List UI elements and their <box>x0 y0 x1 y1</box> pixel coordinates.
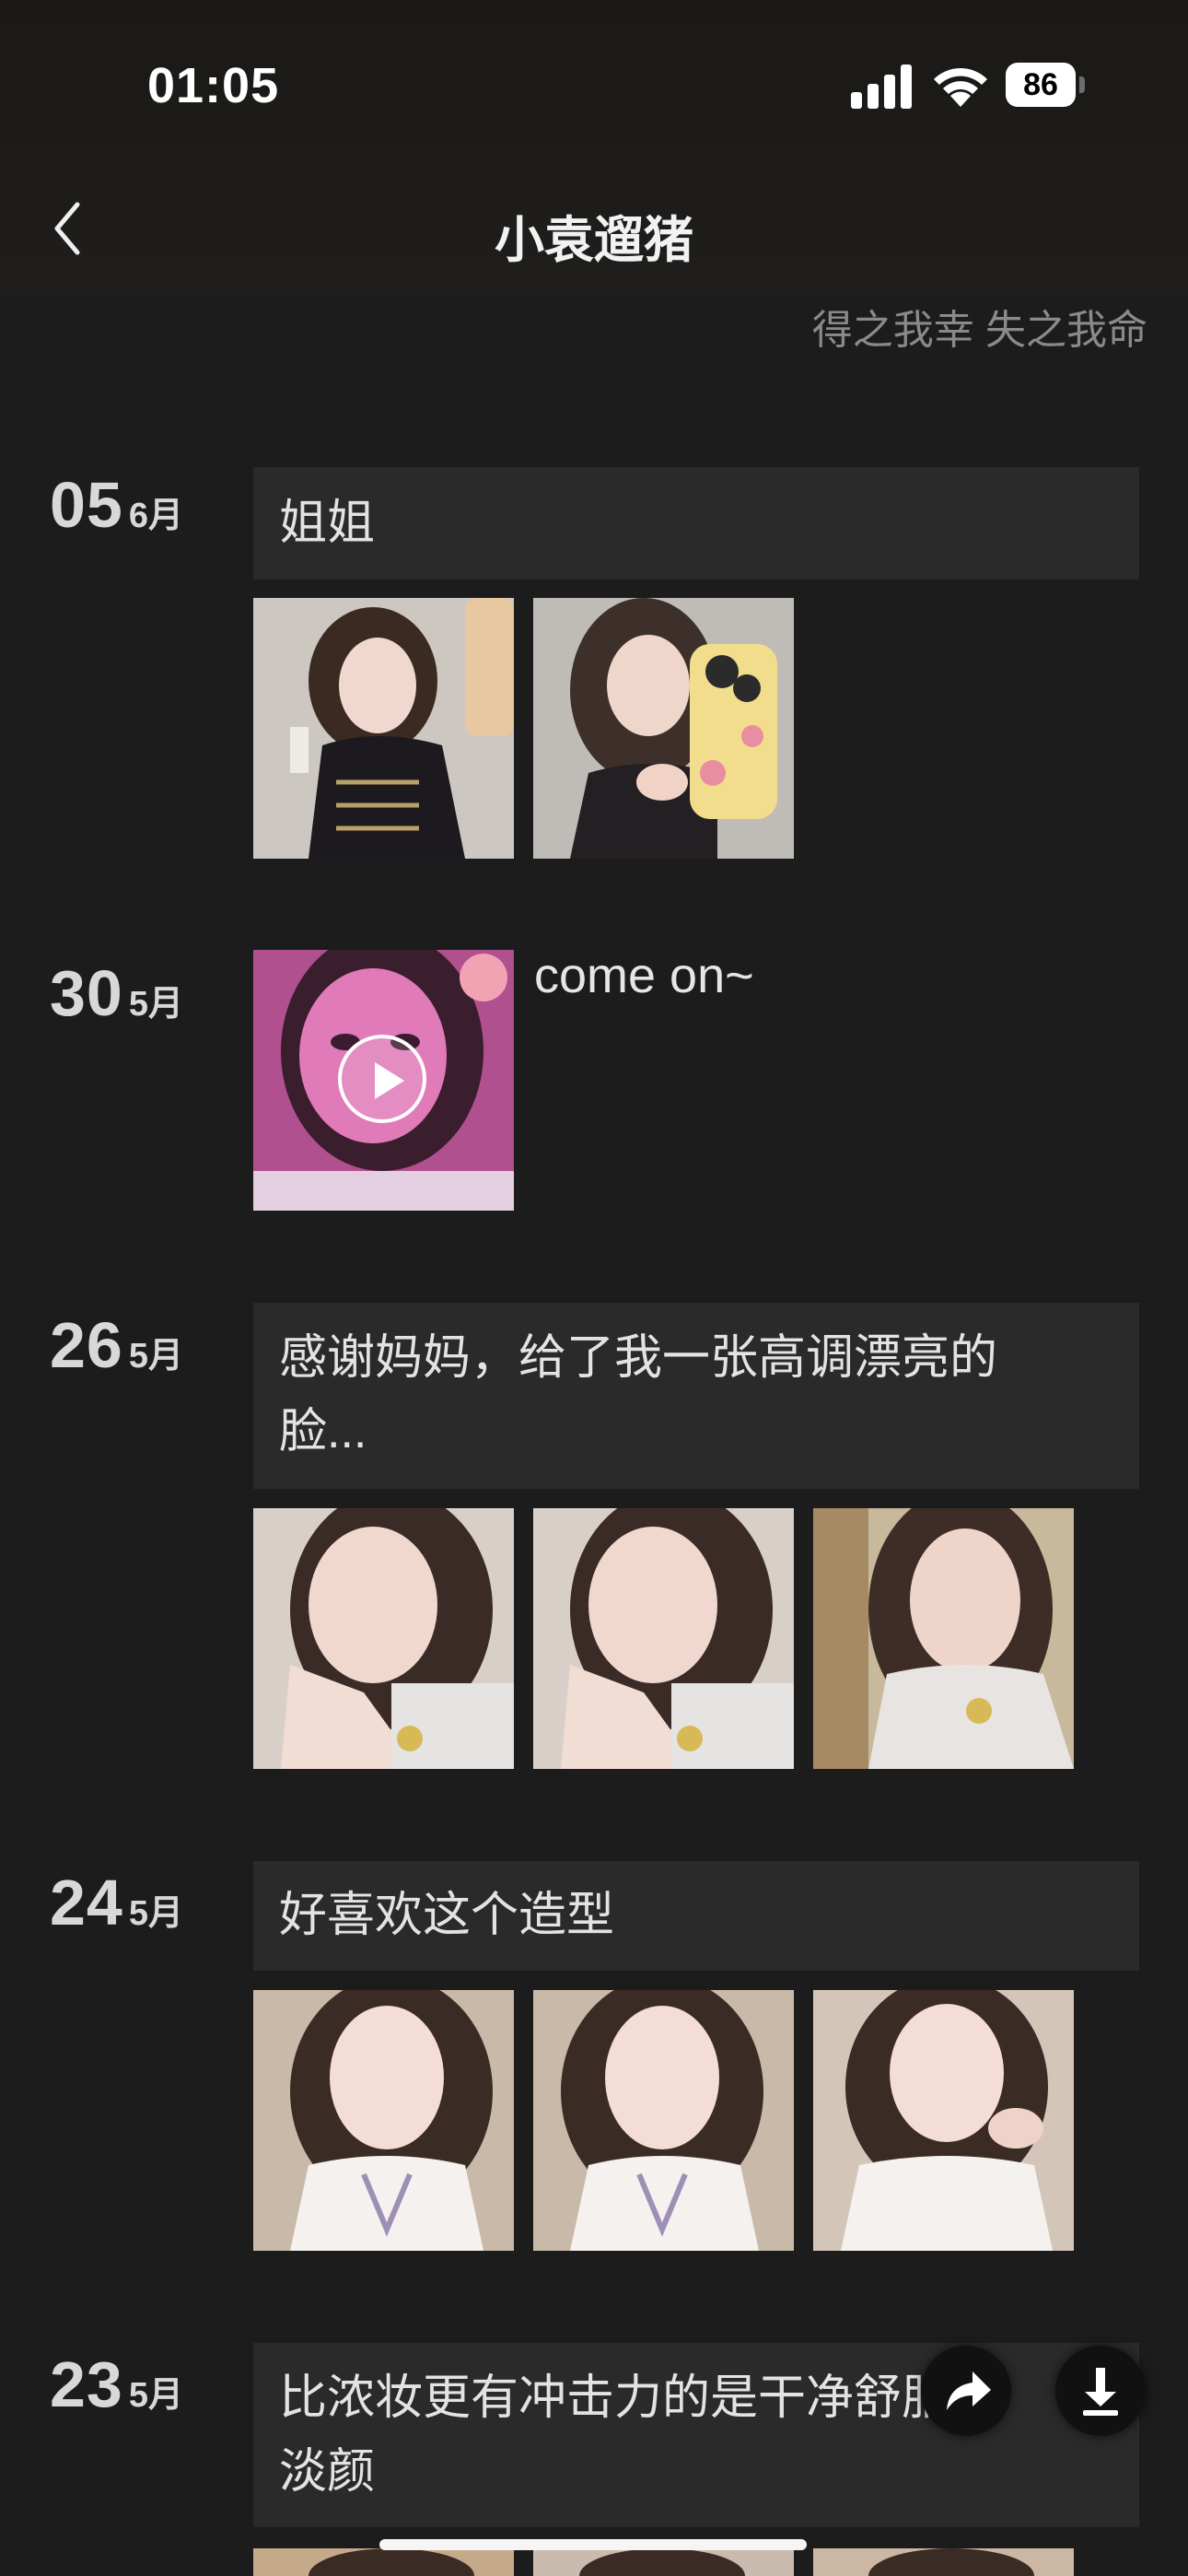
battery-cap <box>1079 76 1085 93</box>
post-text: 好喜欢这个造型 <box>279 1889 615 1942</box>
play-icon[interactable] <box>338 1035 426 1123</box>
header: 01:05 86 小袁遛猪 <box>0 0 1188 297</box>
post-photo[interactable] <box>813 2548 1074 2576</box>
photo-thumbnail <box>253 2548 514 2576</box>
photo-thumbnail <box>533 598 794 859</box>
post-month: 5月 <box>128 2376 184 2415</box>
photo-thumbnail <box>253 1508 514 1769</box>
post-photo[interactable] <box>533 598 794 859</box>
download-button[interactable] <box>1055 2346 1146 2436</box>
post-photo[interactable] <box>253 2548 514 2576</box>
post-photo[interactable] <box>813 1990 1074 2251</box>
post-text-line: 淡颜 <box>279 2445 376 2499</box>
photo-thumbnail <box>253 598 514 859</box>
share-icon <box>947 2371 991 2410</box>
post-date: 26 5月 <box>50 1308 183 1382</box>
post-day: 05 <box>50 469 123 541</box>
post-photo[interactable] <box>253 1990 514 2251</box>
photo-thumbnail <box>813 1990 1074 2251</box>
post-photo[interactable] <box>533 2548 794 2576</box>
post-photo[interactable] <box>533 1508 794 1769</box>
post-date: 05 6月 <box>50 468 183 542</box>
cellular-signal-icon <box>851 64 912 109</box>
photo-thumbnail <box>533 2548 794 2576</box>
post-day: 30 <box>50 957 123 1029</box>
photo-thumbnail <box>813 2548 1074 2576</box>
post-text-box[interactable]: 感谢妈妈，给了我一张高调漂亮的 脸... <box>253 1303 1139 1489</box>
post-photo[interactable] <box>813 1508 1074 1769</box>
post-date: 30 5月 <box>50 956 183 1030</box>
status-time: 01:05 <box>147 58 280 113</box>
battery-icon: 86 <box>1006 63 1085 109</box>
post-text: 姐姐 <box>279 497 376 550</box>
post-video[interactable] <box>253 950 514 1211</box>
page-title: 小袁遛猪 <box>495 213 693 268</box>
share-button[interactable] <box>921 2346 1011 2436</box>
post-text-box[interactable]: 姐姐 <box>253 467 1139 580</box>
photo-thumbnail <box>253 1990 514 2251</box>
post-photo[interactable] <box>533 1990 794 2251</box>
wifi-icon <box>934 67 987 107</box>
post-month: 5月 <box>128 1894 184 1933</box>
post-date: 23 5月 <box>50 2348 183 2421</box>
post-text-line: 感谢妈妈，给了我一张高调漂亮的 <box>279 1331 998 1385</box>
post-month: 5月 <box>128 985 184 1024</box>
post-day: 24 <box>50 1867 123 1938</box>
post-text-box[interactable]: 好喜欢这个造型 <box>253 1861 1139 1971</box>
post-date: 24 5月 <box>50 1866 183 1939</box>
download-icon <box>1083 2368 1118 2416</box>
post-text: come on~ <box>534 948 754 1003</box>
photo-thumbnail <box>533 1508 794 1769</box>
photo-thumbnail <box>533 1990 794 2251</box>
post-day: 23 <box>50 2348 123 2420</box>
post-photo[interactable] <box>253 1508 514 1769</box>
battery-level: 86 <box>1006 63 1076 107</box>
post-month: 5月 <box>128 1337 184 1376</box>
profile-signature: 得之我幸 失之我命 <box>811 308 1147 353</box>
post-text-line: 脸... <box>279 1405 367 1458</box>
photo-thumbnail <box>813 1508 1074 1769</box>
home-indicator[interactable] <box>379 2539 807 2550</box>
post-photo[interactable] <box>253 598 514 859</box>
post-month: 6月 <box>128 497 184 535</box>
post-day: 26 <box>50 1309 123 1381</box>
